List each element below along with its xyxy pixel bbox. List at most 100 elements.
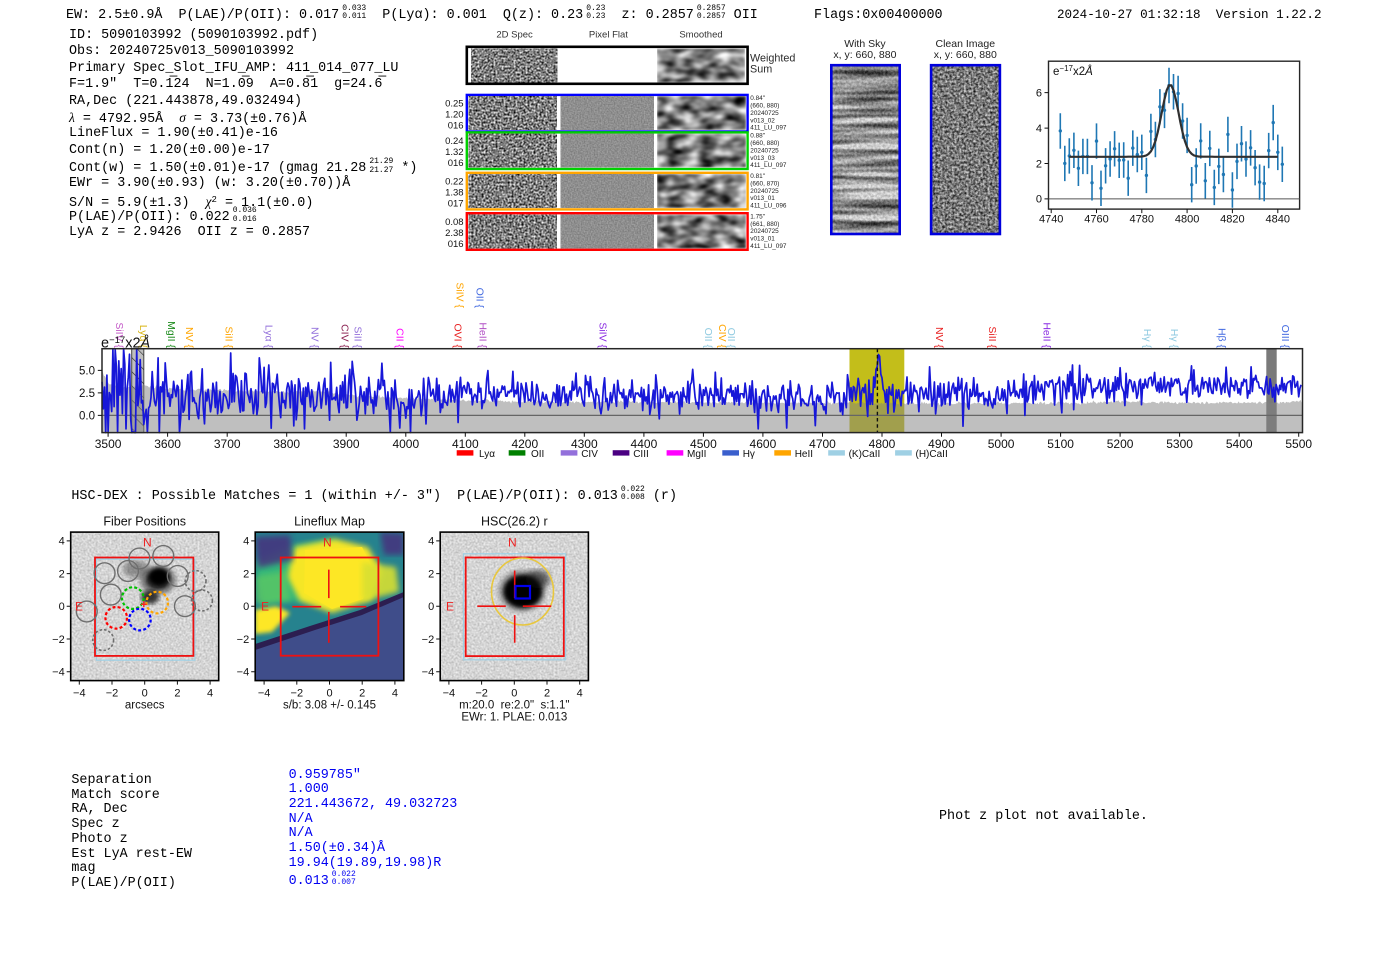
svg-text:−2: −2 (106, 688, 119, 700)
svg-text:4740: 4740 (1039, 214, 1063, 226)
svg-text:−4: −4 (422, 667, 435, 679)
svg-text:4: 4 (59, 536, 65, 548)
svg-text:SiIV {: SiIV { (597, 322, 609, 348)
svg-text:1.75": 1.75" (750, 213, 765, 220)
svg-text:5300: 5300 (1166, 437, 1193, 451)
svg-text:v013_01: v013_01 (750, 195, 775, 202)
svg-text:3800: 3800 (273, 437, 300, 451)
svg-text:0: 0 (511, 688, 517, 700)
svg-text:4760: 4760 (1084, 214, 1108, 226)
svg-text:EWr: 1. PLAE: 0.013: EWr: 1. PLAE: 0.013 (461, 712, 567, 724)
svg-text:e−17x2Å: e−17x2Å (101, 335, 150, 352)
svg-text:2D Spec: 2D Spec (496, 30, 533, 41)
svg-text:4: 4 (243, 536, 249, 548)
svg-text:5.0: 5.0 (79, 365, 95, 377)
svg-text:OII {: OII { (725, 328, 737, 349)
svg-text:2: 2 (428, 568, 434, 580)
svg-text:e−17x2Å: e−17x2Å (1053, 64, 1093, 78)
svg-text:0: 0 (59, 601, 65, 613)
svg-text:−4: −4 (443, 688, 456, 700)
svg-text:SiII {: SiII { (352, 326, 364, 348)
svg-text:0: 0 (1036, 194, 1042, 206)
svg-text:3500: 3500 (95, 437, 122, 451)
svg-text:0.22: 0.22 (445, 177, 464, 188)
svg-text:5000: 5000 (988, 437, 1015, 451)
svg-text:4800: 4800 (1175, 214, 1199, 226)
svg-text:Sum: Sum (750, 64, 772, 76)
svg-text:(661, 880): (661, 880) (750, 221, 779, 228)
svg-text:0.24: 0.24 (445, 136, 464, 147)
svg-text:−2: −2 (52, 634, 65, 646)
svg-text:−4: −4 (73, 688, 86, 700)
svg-text:(K)CaII: (K)CaII (849, 449, 881, 460)
svg-text:2: 2 (243, 568, 249, 580)
svg-text:3900: 3900 (333, 437, 360, 451)
svg-text:0.25: 0.25 (445, 99, 464, 110)
svg-text:v013_01: v013_01 (750, 236, 775, 243)
svg-text:411_LU_097: 411_LU_097 (750, 243, 787, 250)
svg-text:1.38: 1.38 (445, 188, 464, 199)
svg-text:5400: 5400 (1226, 437, 1253, 451)
svg-text:016: 016 (448, 158, 464, 169)
svg-text:−2: −2 (237, 634, 250, 646)
svg-text:20240725: 20240725 (750, 188, 779, 195)
svg-text:4: 4 (428, 536, 434, 548)
svg-text:OVI {: OVI { (452, 323, 464, 348)
svg-text:v013_02: v013_02 (750, 117, 775, 124)
svg-text:4: 4 (577, 688, 583, 700)
svg-text:1.32: 1.32 (445, 147, 464, 158)
svg-text:E: E (75, 600, 83, 614)
svg-text:v013_03: v013_03 (750, 155, 775, 162)
svg-text:4100: 4100 (452, 437, 479, 451)
svg-text:5500: 5500 (1285, 437, 1312, 451)
svg-text:Lineflux Map: Lineflux Map (294, 515, 365, 529)
svg-text:4: 4 (1036, 123, 1042, 135)
svg-text:MgII: MgII (687, 449, 706, 460)
svg-text:2: 2 (174, 688, 180, 700)
svg-text:N: N (323, 536, 332, 550)
svg-text:2: 2 (59, 568, 65, 580)
svg-text:0: 0 (243, 601, 249, 613)
svg-text:OIII {: OIII { (1279, 325, 1291, 349)
svg-text:0: 0 (326, 688, 332, 700)
svg-text:4: 4 (392, 688, 398, 700)
svg-text:CIII: CIII (633, 449, 649, 460)
svg-text:0: 0 (142, 688, 148, 700)
svg-text:1.20: 1.20 (445, 110, 464, 121)
svg-text:6: 6 (1036, 87, 1042, 99)
svg-text:m:20.0 re:2.0" s:1.1": m:20.0 re:2.0" s:1.1" (459, 700, 569, 712)
svg-text:Hγ {: Hγ { (1141, 329, 1153, 349)
svg-text:3700: 3700 (214, 437, 241, 451)
svg-text:CIV {: CIV { (339, 324, 351, 348)
svg-text:Hβ {: Hβ { (1216, 328, 1228, 349)
svg-text:411_LU_097: 411_LU_097 (750, 162, 787, 169)
svg-text:016: 016 (448, 121, 464, 132)
svg-text:(660, 870): (660, 870) (750, 180, 779, 187)
svg-text:2: 2 (544, 688, 550, 700)
svg-text:411_LU_096: 411_LU_096 (750, 203, 787, 210)
svg-text:2: 2 (1036, 158, 1042, 170)
svg-text:−2: −2 (422, 634, 435, 646)
svg-text:OII: OII (531, 449, 544, 460)
svg-text:411_LU_097: 411_LU_097 (750, 125, 787, 132)
svg-text:−4: −4 (52, 667, 65, 679)
svg-text:5200: 5200 (1107, 437, 1134, 451)
svg-text:0.0: 0.0 (79, 410, 95, 422)
svg-text:3600: 3600 (154, 437, 181, 451)
svg-text:(H)CaII: (H)CaII (916, 449, 948, 460)
svg-text:N: N (508, 536, 517, 550)
svg-text:016: 016 (448, 239, 464, 250)
svg-text:HeII {: HeII { (1041, 322, 1053, 348)
svg-text:4820: 4820 (1220, 214, 1244, 226)
svg-text:SiII {: SiII { (223, 326, 235, 348)
svg-text:2: 2 (359, 688, 365, 700)
svg-text:017: 017 (448, 199, 464, 210)
svg-text:MgII {: MgII { (165, 321, 177, 348)
svg-text:0.84": 0.84" (750, 95, 765, 102)
svg-text:(660, 880): (660, 880) (750, 103, 779, 110)
svg-text:0.81": 0.81" (750, 173, 765, 180)
svg-text:4700: 4700 (809, 437, 836, 451)
svg-text:NV {: NV { (309, 327, 321, 349)
svg-text:0: 0 (428, 601, 434, 613)
svg-text:N: N (143, 536, 152, 550)
